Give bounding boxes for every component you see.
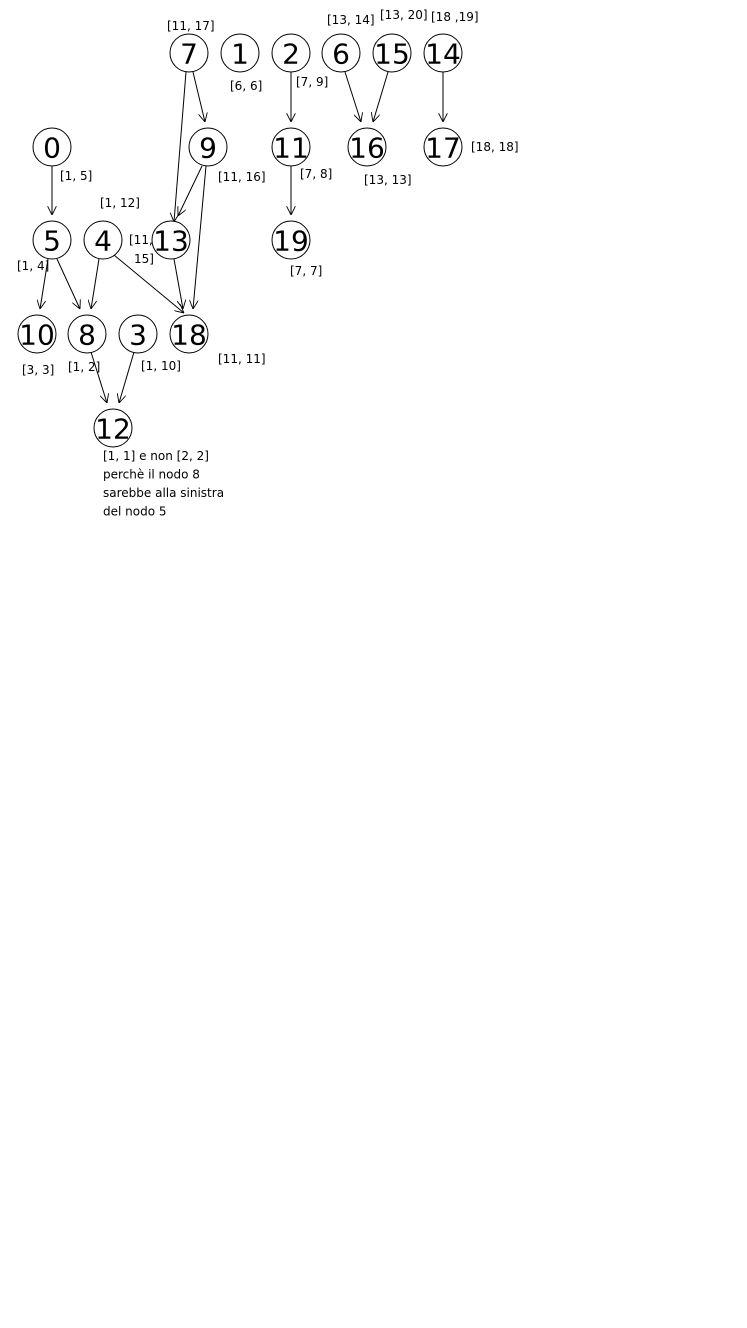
node-label: 1 xyxy=(231,38,249,71)
node-label: 9 xyxy=(199,132,217,165)
node-label: 17 xyxy=(425,132,461,165)
interval-label-node-17: [18, 18] xyxy=(471,140,519,154)
node-17: 17 xyxy=(423,127,463,167)
node-1: 1 xyxy=(220,33,260,73)
node-4: 4 xyxy=(83,220,123,260)
dag-diagram: 7 1 2 6 15 140 9 11 16 175 4 13 1910 8 3 1812 [11, 17][… xyxy=(17,8,519,519)
edge-13-to-18 xyxy=(173,258,183,309)
node-label: 15 xyxy=(374,38,410,71)
interval-label-node-11: [7, 8] xyxy=(300,167,332,181)
interval-label-node-16: [13, 13] xyxy=(364,173,412,187)
node-0: 0 xyxy=(32,127,72,167)
edge-3-to-12 xyxy=(119,351,135,403)
node-label: 4 xyxy=(94,225,112,258)
node-13: 13 xyxy=(151,220,191,260)
interval-label-node-18: [11, 11] xyxy=(218,352,266,366)
interval-label-node-0: [1, 5] xyxy=(60,169,92,183)
node-3: 3 xyxy=(118,314,158,354)
interval-label-node-9: [11, 16] xyxy=(218,170,266,184)
node-18: 18 xyxy=(169,314,209,354)
note-line: sarebbe alla sinistra xyxy=(103,486,224,500)
node-19: 19 xyxy=(271,220,311,260)
node-9: 9 xyxy=(188,127,228,167)
node-label: 7 xyxy=(180,38,198,71)
edge-4-to-8 xyxy=(91,258,100,309)
node-label: 6 xyxy=(332,38,350,71)
interval-label-node-19: [7, 7] xyxy=(290,264,322,278)
interval-label-node-10: [3, 3] xyxy=(22,363,54,377)
interval-label-node-13: [11, xyxy=(129,233,153,247)
note-line: del nodo 5 xyxy=(103,505,167,519)
edge-7-to-9 xyxy=(192,71,205,122)
interval-label-node-7: [11, 17] xyxy=(167,19,215,33)
edge-7-to-13 xyxy=(174,71,187,222)
node-label: 11 xyxy=(273,132,309,165)
interval-label-node-6: [13, 14] xyxy=(327,13,375,27)
interval-label-node-15: [13, 20] xyxy=(380,8,428,22)
node-label: 8 xyxy=(78,319,96,352)
interval-label-node-4: [1, 12] xyxy=(100,196,140,210)
node-2: 2 xyxy=(271,33,311,73)
node-16: 16 xyxy=(347,127,387,167)
node-12: 12 xyxy=(93,408,133,448)
node-6: 6 xyxy=(321,33,361,73)
edge-6-to-16 xyxy=(344,71,361,122)
node-label: 3 xyxy=(129,319,147,352)
edge-5-to-8 xyxy=(56,258,80,309)
node-15: 15 xyxy=(372,33,412,73)
node-label: 18 xyxy=(171,319,207,352)
note-text: [1, 1] e non [2, 2] perchè il nodo 8 sareb… xyxy=(103,449,224,519)
node-label: 5 xyxy=(43,225,61,258)
node-10: 10 xyxy=(17,314,57,354)
node-7: 7 xyxy=(169,33,209,73)
interval-label-node-8: [1, 2] xyxy=(68,360,100,374)
node-label: 2 xyxy=(282,38,300,71)
node-label: 12 xyxy=(95,413,131,446)
node-label: 13 xyxy=(153,225,189,258)
node-14: 14 xyxy=(423,33,463,73)
node-label: 0 xyxy=(43,132,61,165)
edge-15-to-16 xyxy=(373,71,389,122)
nodes-layer: 7 1 2 6 15 140 9 11 16 175 4 13 1910 8 3 1812 xyxy=(17,33,463,448)
note-line: [1, 1] e non [2, 2] xyxy=(103,449,209,463)
node-11: 11 xyxy=(271,127,311,167)
node-8: 8 xyxy=(67,314,107,354)
edge-9-to-18 xyxy=(193,165,207,309)
node-label: 14 xyxy=(425,38,461,71)
interval-label-node-14: [18 ,19] xyxy=(431,10,479,24)
edge-9-to-13 xyxy=(178,165,203,216)
node-label: 10 xyxy=(19,319,55,352)
interval-label-node-5: [1, 4] xyxy=(17,259,49,273)
note-line: perchè il nodo 8 xyxy=(103,468,200,482)
node-label: 19 xyxy=(273,225,309,258)
interval-label-node-3: [1, 10] xyxy=(141,359,181,373)
node-5: 5 xyxy=(32,220,72,260)
interval-label-node-13: 15] xyxy=(134,252,154,266)
interval-label-node-2: [7, 9] xyxy=(296,75,328,89)
node-label: 16 xyxy=(349,132,385,165)
interval-label-node-1: [6, 6] xyxy=(230,79,262,93)
